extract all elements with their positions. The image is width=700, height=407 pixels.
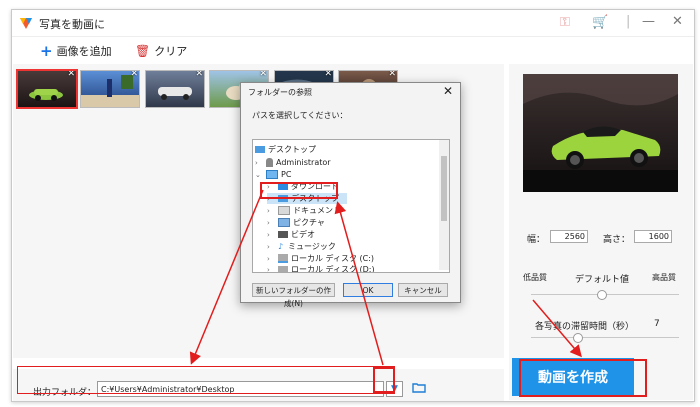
tree-item-music[interactable]: › ♪ ミュージック bbox=[267, 241, 336, 252]
chevron-right-icon[interactable]: › bbox=[267, 219, 275, 227]
chevron-right-icon[interactable]: › bbox=[267, 231, 275, 239]
tree-item-documents[interactable]: › ドキュメント bbox=[267, 205, 341, 216]
chevron-right-icon[interactable]: › bbox=[267, 207, 275, 215]
add-image-label: 画像を追加 bbox=[56, 45, 112, 58]
ok-button[interactable]: OK bbox=[343, 283, 393, 297]
plus-icon: + bbox=[40, 41, 53, 60]
close-icon[interactable]: ✕ bbox=[259, 71, 267, 79]
close-icon[interactable]: ✕ bbox=[388, 71, 396, 79]
height-input[interactable]: 1600 bbox=[634, 230, 672, 243]
annotation-box-output bbox=[17, 366, 395, 394]
tree-item-videos[interactable]: › ビデオ bbox=[267, 229, 315, 240]
close-icon[interactable]: ✕ bbox=[130, 71, 138, 79]
duration-slider-handle[interactable] bbox=[573, 333, 583, 343]
dialog-close-button[interactable]: ✕ bbox=[443, 84, 453, 98]
chevron-right-icon[interactable]: › bbox=[267, 255, 275, 263]
drive-icon bbox=[278, 266, 288, 272]
tree-item-label: PC bbox=[281, 170, 292, 179]
title-bar: 写真を動画に ⚿ 🛒 | — ✕ bbox=[12, 10, 694, 36]
clear-label: クリア bbox=[154, 45, 188, 58]
duration-slider[interactable] bbox=[531, 337, 679, 338]
height-label: 高さ： bbox=[603, 235, 631, 245]
close-icon[interactable]: ✕ bbox=[324, 71, 332, 79]
thumbnail[interactable]: ✕ bbox=[80, 70, 140, 108]
cart-icon[interactable]: 🛒 bbox=[592, 15, 608, 30]
desktop-icon bbox=[255, 146, 265, 153]
thumbnail[interactable]: ✕ bbox=[145, 70, 205, 108]
app-title: 写真を動画に bbox=[39, 18, 105, 31]
document-icon bbox=[278, 206, 290, 215]
close-button[interactable]: ✕ bbox=[672, 14, 683, 29]
tree-item-label: ローカル ディスク (D:) bbox=[291, 265, 375, 273]
tree-item-drive-c[interactable]: › ローカル ディスク (C:) bbox=[267, 253, 374, 264]
new-folder-button[interactable]: 新しいフォルダーの作成(N) bbox=[252, 283, 335, 308]
chevron-right-icon[interactable]: › bbox=[267, 243, 275, 251]
toolbar: + 画像を追加 🗑 クリア bbox=[12, 36, 694, 67]
tree-item-label: ミュージック bbox=[288, 242, 336, 251]
chevron-right-icon[interactable]: › bbox=[255, 159, 263, 167]
trash-icon: 🗑 bbox=[135, 44, 151, 58]
user-icon bbox=[266, 158, 273, 167]
quality-slider-handle[interactable] bbox=[597, 290, 607, 300]
quality-default-label: デフォルト値 bbox=[575, 275, 630, 285]
quality-high-label: 高品質 bbox=[652, 273, 676, 282]
tree-item-pc[interactable]: ⌄ PC bbox=[255, 169, 291, 180]
thumbnail[interactable]: ✕ bbox=[16, 69, 78, 109]
duration-value: 7 bbox=[654, 319, 660, 329]
width-label: 幅： bbox=[527, 235, 546, 245]
pictures-icon bbox=[278, 218, 290, 227]
tree-scrollbar[interactable] bbox=[439, 140, 449, 270]
tree-item-label: ドキュメント bbox=[293, 206, 341, 215]
duration-label: 各写真の滞留時間（秒） bbox=[535, 322, 635, 332]
tree-item-drive-d[interactable]: › ローカル ディスク (D:) bbox=[267, 264, 375, 273]
key-icon[interactable]: ⚿ bbox=[560, 15, 570, 30]
cancel-button[interactable]: キャンセル bbox=[398, 283, 448, 297]
music-icon: ♪ bbox=[278, 242, 284, 251]
tree-item-desktop-root[interactable]: デスクトップ bbox=[255, 144, 316, 155]
scrollbar-thumb[interactable] bbox=[441, 156, 447, 221]
tree-item-pictures[interactable]: › ピクチャ bbox=[267, 217, 325, 228]
pc-icon bbox=[266, 170, 278, 179]
video-icon bbox=[278, 231, 288, 238]
annotation-box-desktop bbox=[260, 182, 338, 199]
chevron-down-icon[interactable]: ⌄ bbox=[255, 171, 263, 179]
minimize-button[interactable]: — bbox=[642, 14, 655, 29]
tree-item-label: デスクトップ bbox=[268, 145, 316, 154]
tree-item-label: ピクチャ bbox=[293, 218, 325, 227]
divider: | bbox=[626, 14, 631, 29]
folder-icon[interactable] bbox=[412, 382, 426, 393]
chevron-right-icon[interactable]: › bbox=[267, 266, 275, 273]
drive-icon bbox=[278, 254, 288, 263]
width-input[interactable]: 2560 bbox=[550, 230, 588, 243]
tree-item-label: ビデオ bbox=[291, 230, 315, 239]
close-icon[interactable]: ✕ bbox=[195, 71, 203, 79]
clear-button[interactable]: 🗑 クリア bbox=[135, 43, 187, 59]
close-icon[interactable]: ✕ bbox=[67, 71, 75, 79]
quality-low-label: 低品質 bbox=[523, 273, 547, 282]
tree-item-administrator[interactable]: › Administrator bbox=[255, 157, 331, 168]
dialog-message: パスを選択してください： bbox=[252, 111, 348, 120]
annotation-box-create bbox=[519, 359, 647, 397]
tree-item-label: Administrator bbox=[276, 158, 331, 167]
settings-pane: 幅： 2560 高さ： 1600 低品質 デフォルト値 高品質 各写真の滞留時間… bbox=[509, 64, 693, 400]
dialog-title: フォルダーの参照 bbox=[248, 88, 312, 97]
add-image-button[interactable]: + 画像を追加 bbox=[40, 43, 112, 59]
tree-item-label: ローカル ディスク (C:) bbox=[291, 254, 375, 263]
app-logo-icon bbox=[20, 18, 32, 29]
folder-tree: デスクトップ › Administrator ⌄ PC › ダウンロード › デスクトッ… bbox=[252, 139, 450, 273]
preview-image bbox=[523, 74, 678, 192]
